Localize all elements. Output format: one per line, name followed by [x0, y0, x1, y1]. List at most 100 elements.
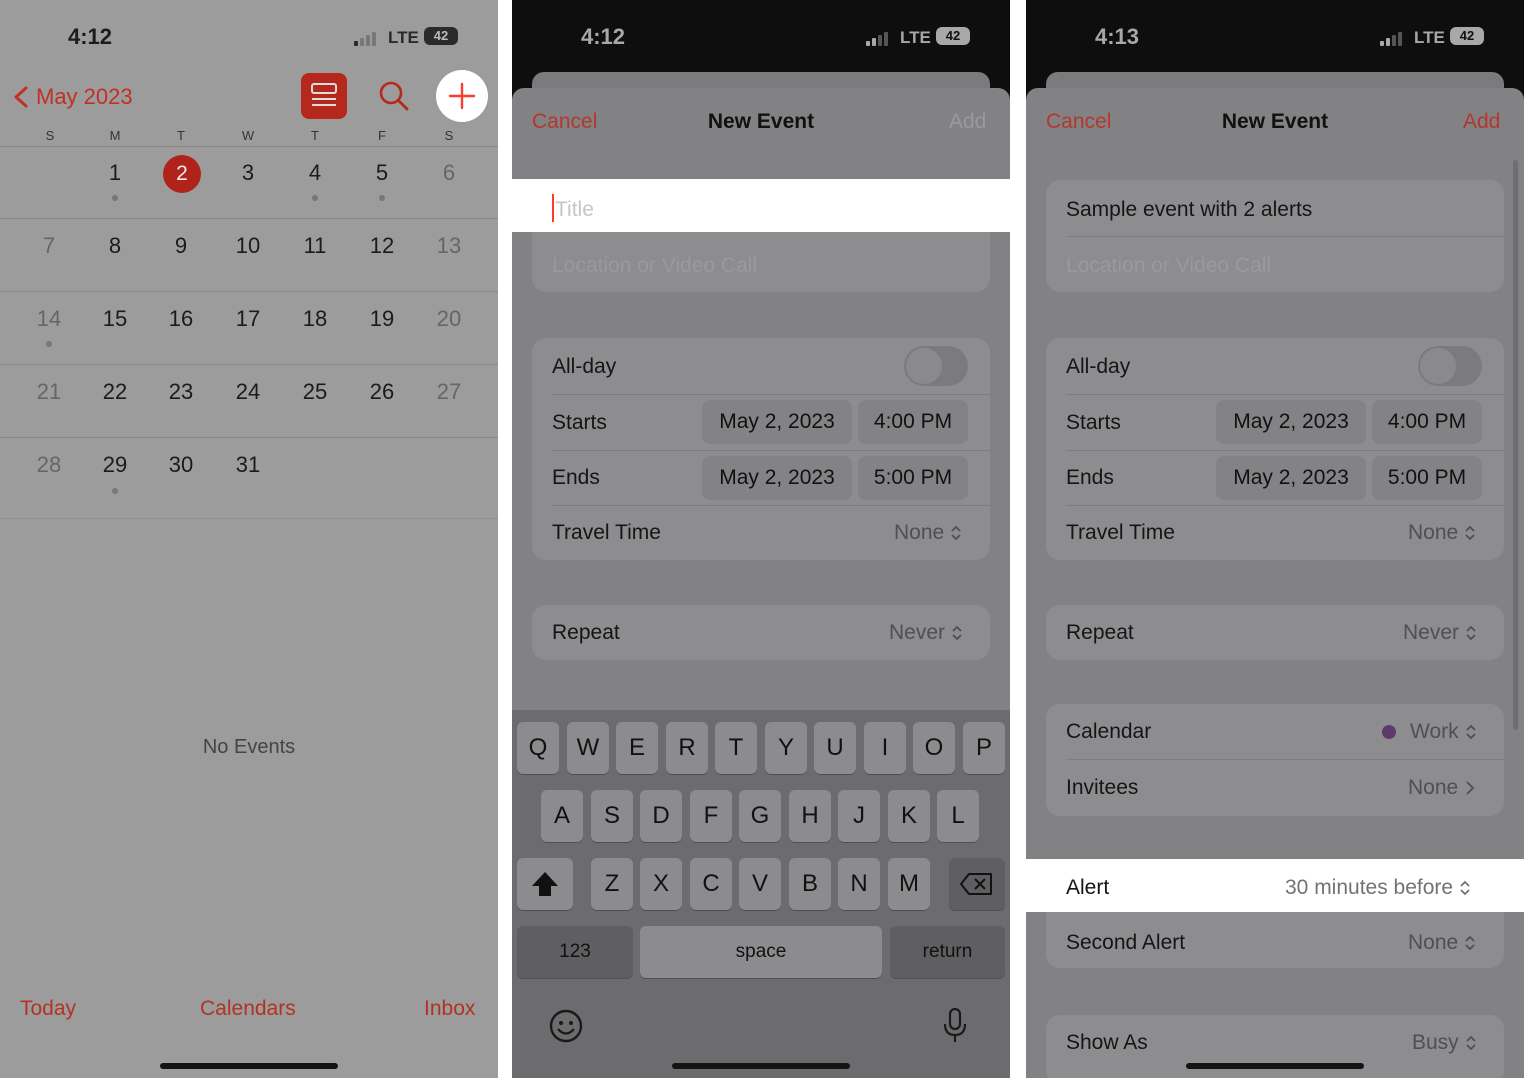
calendar-day[interactable]: 16 — [156, 306, 206, 332]
start-date-button[interactable]: May 2, 2023 — [702, 400, 852, 444]
key[interactable]: X — [640, 858, 682, 910]
calendar-day[interactable]: 17 — [223, 306, 273, 332]
key[interactable]: V — [739, 858, 781, 910]
key[interactable]: P — [963, 722, 1005, 774]
calendar-day[interactable]: 3 — [223, 160, 273, 186]
allday-toggle[interactable] — [1418, 346, 1482, 386]
key[interactable]: N — [838, 858, 880, 910]
today-tab[interactable]: Today — [20, 997, 76, 1021]
travel-time-value[interactable]: None — [894, 521, 962, 545]
allday-toggle[interactable] — [904, 346, 968, 386]
return-key[interactable]: return — [890, 926, 1005, 978]
chevron-left-icon[interactable] — [12, 86, 32, 108]
show-as-value[interactable]: Busy — [1412, 1031, 1477, 1055]
list-view-icon[interactable] — [301, 73, 347, 119]
calendar-day[interactable]: 10 — [223, 233, 273, 259]
end-date-button[interactable]: May 2, 2023 — [1216, 456, 1366, 500]
key[interactable]: H — [789, 790, 831, 842]
inbox-tab[interactable]: Inbox — [424, 997, 475, 1021]
alert-value[interactable]: 30 minutes before — [1285, 876, 1471, 900]
key[interactable]: M — [888, 858, 930, 910]
key[interactable]: I — [864, 722, 906, 774]
calendar-day[interactable]: 9 — [156, 233, 206, 259]
start-date-button[interactable]: May 2, 2023 — [1216, 400, 1366, 444]
second-alert-value[interactable]: None — [1408, 931, 1476, 955]
calendar-day[interactable]: 21 — [24, 379, 74, 405]
key[interactable]: Y — [765, 722, 807, 774]
calendar-day[interactable]: 29 — [90, 452, 140, 478]
calendar-day[interactable]: 15 — [90, 306, 140, 332]
calendar-day[interactable]: 11 — [290, 233, 340, 259]
start-time-button[interactable]: 4:00 PM — [858, 400, 968, 444]
location-input[interactable]: Location or Video Call — [552, 254, 757, 278]
key[interactable]: D — [640, 790, 682, 842]
calendar-day[interactable]: 22 — [90, 379, 140, 405]
microphone-icon[interactable] — [940, 1006, 970, 1046]
key[interactable]: Z — [591, 858, 633, 910]
calendar-day[interactable]: 5 — [357, 160, 407, 186]
space-key[interactable]: space — [640, 926, 882, 978]
calendar-day[interactable]: 28 — [24, 452, 74, 478]
calendar-day[interactable]: 30 — [156, 452, 206, 478]
calendar-day[interactable]: 18 — [290, 306, 340, 332]
add-button[interactable]: Add — [1463, 110, 1500, 134]
calendar-day[interactable]: 31 — [223, 452, 273, 478]
key[interactable]: G — [739, 790, 781, 842]
key[interactable]: W — [567, 722, 609, 774]
calendar-day[interactable]: 26 — [357, 379, 407, 405]
key[interactable]: O — [913, 722, 955, 774]
delete-key[interactable] — [949, 858, 1005, 910]
calendar-day[interactable]: 25 — [290, 379, 340, 405]
key[interactable]: E — [616, 722, 658, 774]
key[interactable]: Q — [517, 722, 559, 774]
key[interactable]: C — [690, 858, 732, 910]
search-icon[interactable] — [378, 80, 410, 112]
key[interactable]: J — [838, 790, 880, 842]
start-time-button[interactable]: 4:00 PM — [1372, 400, 1482, 444]
key[interactable]: T — [715, 722, 757, 774]
month-back-button[interactable]: May 2023 — [36, 84, 133, 110]
travel-time-value[interactable]: None — [1408, 521, 1476, 545]
add-button[interactable]: Add — [949, 110, 986, 134]
calendars-tab[interactable]: Calendars — [200, 997, 296, 1021]
title-input[interactable]: Sample event with 2 alerts — [1066, 198, 1312, 222]
add-event-button[interactable] — [436, 70, 488, 122]
calendar-day[interactable]: 8 — [90, 233, 140, 259]
repeat-value[interactable]: Never — [889, 621, 963, 645]
end-date-button[interactable]: May 2, 2023 — [702, 456, 852, 500]
calendar-day[interactable]: 12 — [357, 233, 407, 259]
key[interactable]: A — [541, 790, 583, 842]
key[interactable]: U — [814, 722, 856, 774]
location-input[interactable]: Location or Video Call — [1066, 254, 1271, 278]
cancel-button[interactable]: Cancel — [532, 110, 597, 134]
calendar-day-today[interactable]: 2 — [163, 155, 201, 193]
key[interactable]: R — [666, 722, 708, 774]
title-input[interactable]: Title — [555, 198, 594, 222]
key[interactable]: K — [888, 790, 930, 842]
cancel-button[interactable]: Cancel — [1046, 110, 1111, 134]
repeat-value[interactable]: Never — [1403, 621, 1477, 645]
calendar-day[interactable]: 6 — [424, 160, 474, 186]
calendar-day[interactable]: 23 — [156, 379, 206, 405]
calendar-day[interactable]: 4 — [290, 160, 340, 186]
calendar-day[interactable]: 27 — [424, 379, 474, 405]
calendar-day[interactable]: 24 — [223, 379, 273, 405]
key[interactable]: L — [937, 790, 979, 842]
key[interactable]: F — [690, 790, 732, 842]
calendar-value[interactable]: Work — [1382, 720, 1477, 744]
key[interactable]: B — [789, 858, 831, 910]
calendar-day[interactable]: 7 — [24, 233, 74, 259]
calendar-day[interactable]: 13 — [424, 233, 474, 259]
emoji-icon[interactable] — [548, 1008, 584, 1044]
calendar-day[interactable]: 14 — [24, 306, 74, 332]
scrollbar[interactable] — [1513, 160, 1518, 730]
calendar-day[interactable]: 19 — [357, 306, 407, 332]
calendar-day[interactable]: 1 — [90, 160, 140, 186]
end-time-button[interactable]: 5:00 PM — [1372, 456, 1482, 500]
key[interactable]: S — [591, 790, 633, 842]
numbers-key[interactable]: 123 — [517, 926, 633, 978]
end-time-button[interactable]: 5:00 PM — [858, 456, 968, 500]
calendar-day[interactable]: 20 — [424, 306, 474, 332]
invitees-value[interactable]: None — [1408, 776, 1476, 800]
shift-key[interactable] — [517, 858, 573, 910]
